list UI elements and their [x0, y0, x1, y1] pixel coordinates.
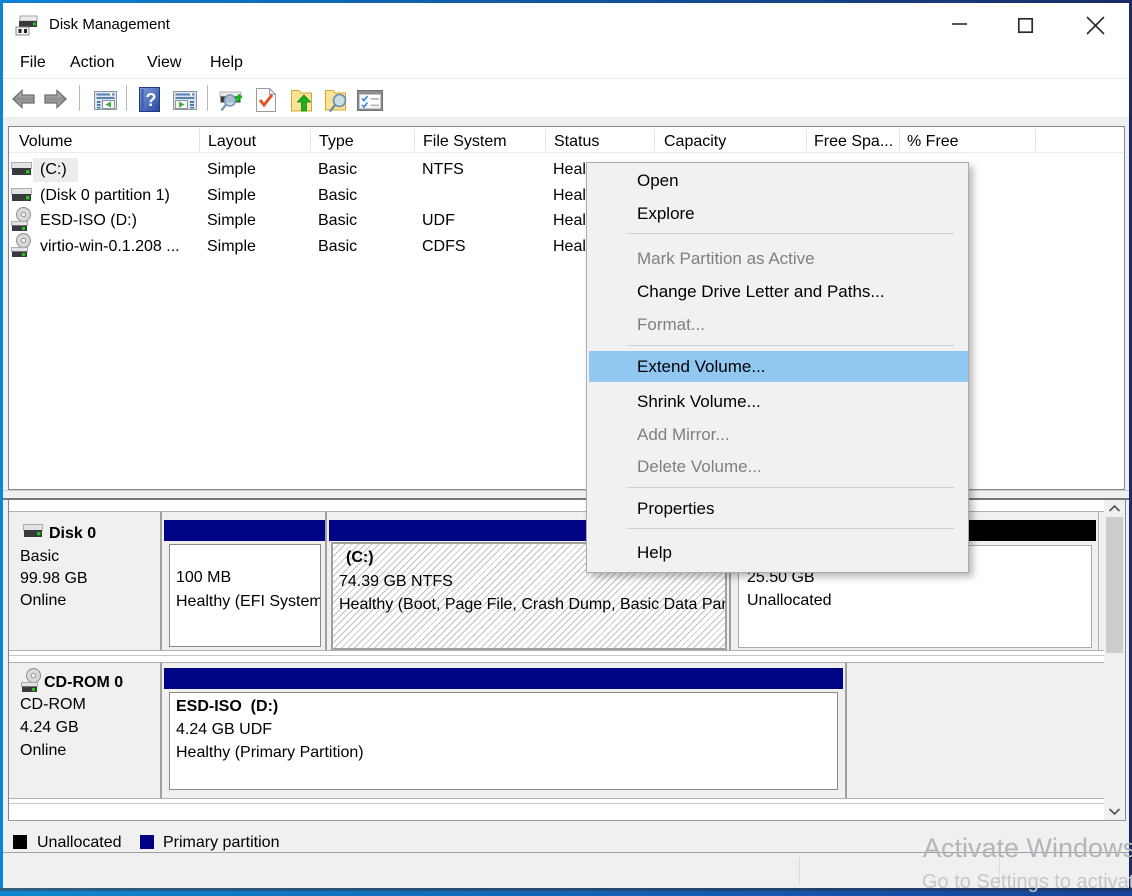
svg-text:?: ?: [146, 90, 157, 110]
